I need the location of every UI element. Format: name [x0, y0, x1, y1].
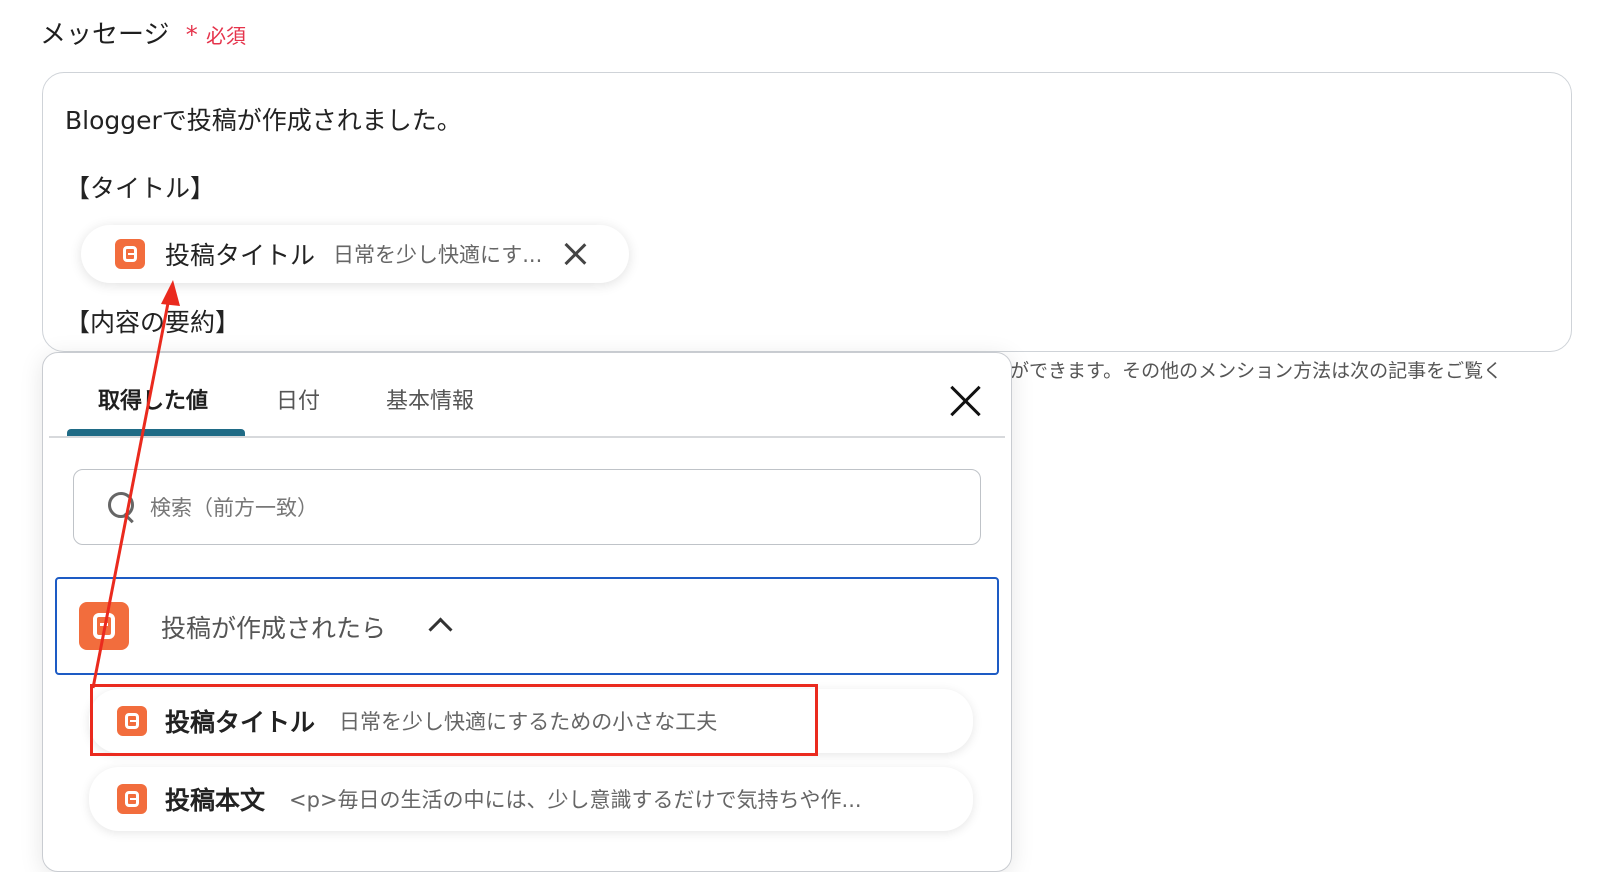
blogger-icon: [117, 706, 147, 736]
search-icon: [108, 492, 136, 524]
tabs-divider: [49, 436, 1005, 438]
field-label-text: メッセージ: [40, 20, 170, 50]
message-line-3: 【内容の要約】: [65, 308, 241, 337]
close-icon[interactable]: [948, 383, 984, 419]
message-line-2: 【タイトル】: [65, 174, 216, 203]
chevron-up-icon[interactable]: [428, 617, 453, 642]
required-text: 必須: [206, 24, 247, 48]
required-asterisk: *: [185, 21, 198, 49]
blogger-icon: [117, 784, 147, 814]
blogger-icon: [115, 239, 145, 269]
message-field-label: メッセージ * 必須: [40, 14, 246, 51]
item-value: 日常を少し快適にするための小さな工夫: [339, 710, 718, 734]
list-item-post-title[interactable]: 投稿タイトル 日常を少し快適にするための小さな工夫: [89, 689, 973, 753]
item-value: <p>毎日の生活の中には、少し意識するだけで気持ちや作...: [289, 788, 862, 812]
tab-basic-info[interactable]: 基本情報: [386, 383, 474, 415]
search-input[interactable]: [148, 484, 952, 532]
list-item-post-body[interactable]: 投稿本文 <p>毎日の生活の中には、少し意識するだけで気持ちや作...: [89, 767, 973, 831]
value-picker-panel: 取得した値 日付 基本情報 投稿が作成されたら 投稿タイトル 日常を少し快適にす…: [42, 352, 1012, 872]
message-textarea[interactable]: Bloggerで投稿が作成されました。 【タイトル】 投稿タイトル 日常を少し快…: [42, 72, 1572, 352]
tab-bar: 取得した値 日付 基本情報: [43, 353, 1011, 438]
post-title-chip[interactable]: 投稿タイトル 日常を少し快適にす...: [81, 225, 629, 283]
tab-acquired-values[interactable]: 取得した値: [98, 383, 208, 415]
chip-label: 投稿タイトル: [165, 241, 316, 270]
trigger-group-header[interactable]: 投稿が作成されたら: [55, 577, 999, 675]
chip-value: 日常を少し快適にす...: [333, 243, 543, 267]
blogger-icon: [79, 602, 129, 650]
close-icon[interactable]: [562, 241, 588, 267]
item-label: 投稿本文: [165, 786, 266, 815]
item-label: 投稿タイトル: [165, 708, 316, 737]
search-box: [73, 469, 981, 545]
tab-date[interactable]: 日付: [276, 383, 320, 415]
help-text: ができます。その他のメンション方法は次の記事をご覧く: [1010, 360, 1503, 382]
message-line-1: Bloggerで投稿が作成されました。: [65, 106, 462, 135]
group-label: 投稿が作成されたら: [161, 614, 387, 643]
